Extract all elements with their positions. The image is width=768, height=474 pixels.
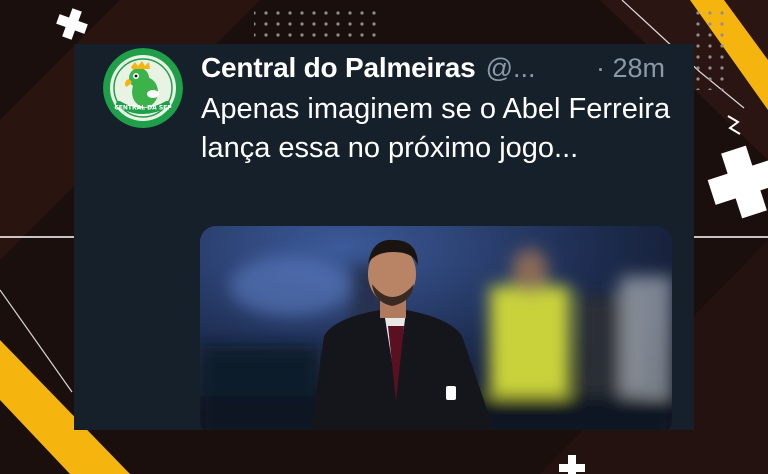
tweet-media-image[interactable] (200, 226, 672, 430)
tweet-text: Apenas imaginem se o Abel Ferreira lança… (201, 93, 671, 164)
dot-grid-icon (254, 10, 378, 40)
tweet-timestamp[interactable]: · 28m (596, 53, 681, 84)
coach-photo-icon (200, 226, 672, 430)
author-handle[interactable]: @... (486, 53, 536, 84)
parrot-logo-icon: CENTRAL DA SEP (103, 48, 183, 128)
tweet-card[interactable]: CENTRAL DA SEP Central do Palmeiras @...… (74, 44, 694, 430)
avatar-caption: CENTRAL DA SEP (114, 105, 172, 112)
dot-grid-icon (694, 8, 730, 90)
author-name[interactable]: Central do Palmeiras (201, 52, 476, 84)
avatar[interactable]: CENTRAL DA SEP (103, 48, 183, 128)
tweet-header: Central do Palmeiras @... · 28m (201, 52, 681, 86)
